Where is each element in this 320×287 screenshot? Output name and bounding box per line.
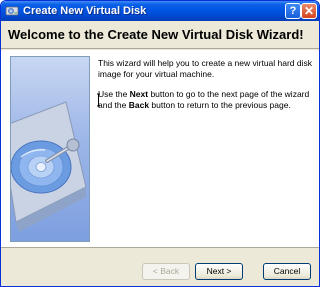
title-bar[interactable]: Create New Virtual Disk ? ✕ bbox=[1, 1, 319, 21]
navigation-paragraph: Use the Next button to go to the next pa… bbox=[98, 89, 316, 111]
page-title: Welcome to the Create New Virtual Disk W… bbox=[8, 27, 304, 42]
wizard-description: This wizard will help you to create a ne… bbox=[98, 58, 316, 120]
wizard-header: Welcome to the Create New Virtual Disk W… bbox=[1, 21, 319, 49]
close-button[interactable]: ✕ bbox=[301, 3, 317, 19]
nav-back-word: Back bbox=[128, 100, 150, 110]
back-button[interactable]: < Back bbox=[142, 263, 190, 280]
virtual-disk-icon bbox=[5, 6, 19, 16]
cancel-button[interactable]: Cancel bbox=[263, 263, 311, 280]
mouse-cursor-icon bbox=[97, 93, 100, 107]
wizard-content: This wizard will help you to create a ne… bbox=[1, 50, 319, 248]
help-button[interactable]: ? bbox=[285, 3, 301, 19]
next-button[interactable]: Next > bbox=[195, 263, 243, 280]
wizard-sidebar-image bbox=[10, 56, 90, 242]
intro-paragraph: This wizard will help you to create a ne… bbox=[98, 58, 313, 79]
wizard-window: Create New Virtual Disk ? ✕ Welcome to t… bbox=[0, 0, 320, 287]
nav-next-word: Next bbox=[129, 89, 149, 99]
hard-disk-illustration-icon bbox=[11, 101, 87, 232]
nav-text-3: button to return to the previous page. bbox=[149, 100, 291, 110]
window-title: Create New Virtual Disk bbox=[23, 5, 147, 17]
